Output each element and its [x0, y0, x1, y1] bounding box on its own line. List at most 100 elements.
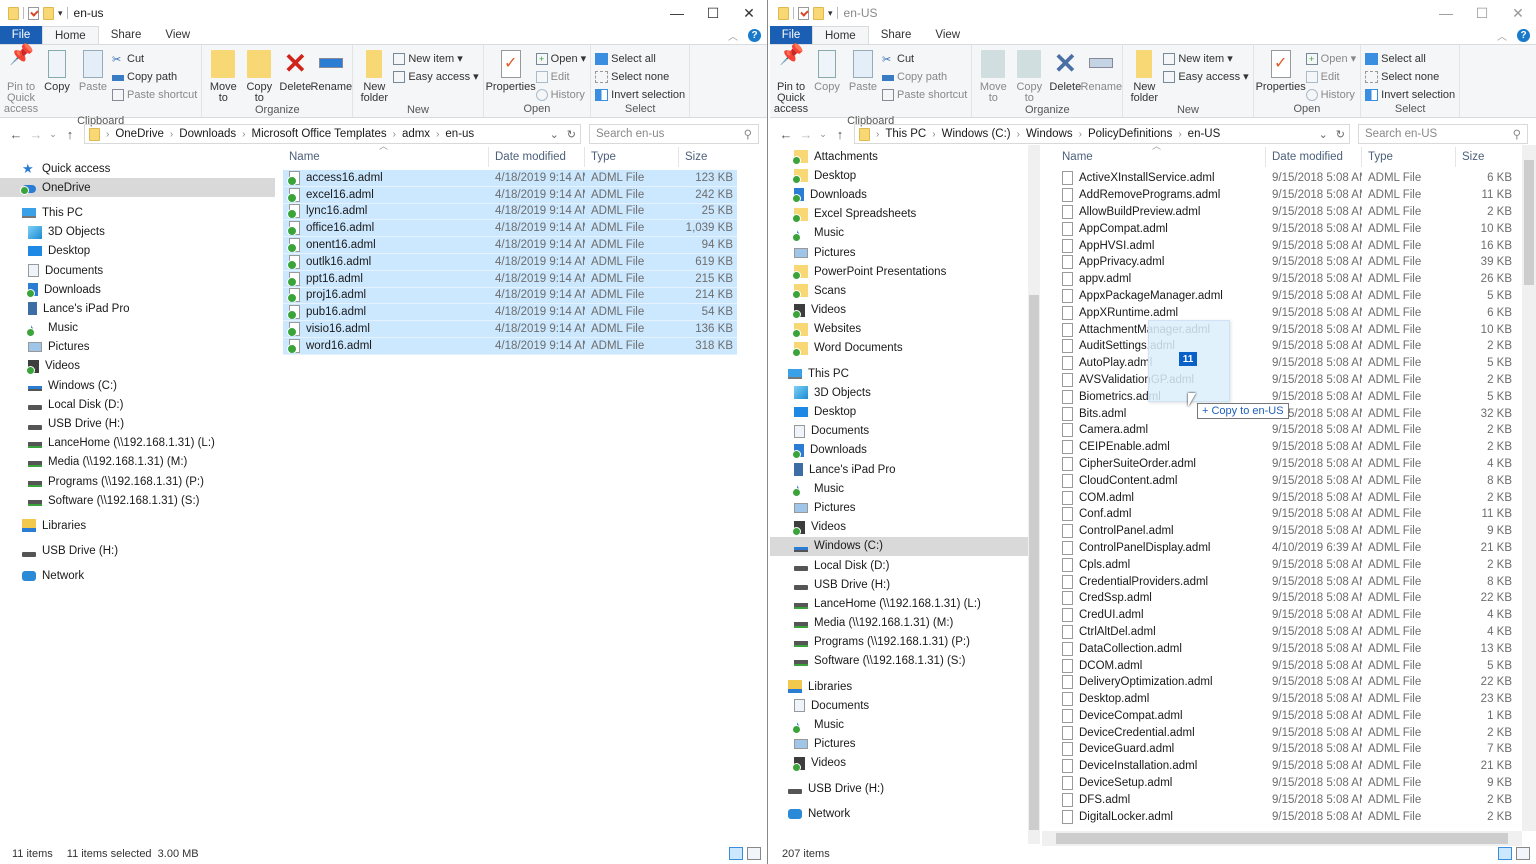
column-header-name[interactable]: Name ︿ [283, 145, 489, 167]
nav-item[interactable]: ♪ Music [770, 715, 1028, 734]
select-all-button[interactable]: Select all [595, 51, 685, 66]
breadcrumb-item[interactable]: en-us [445, 128, 474, 140]
file-row[interactable]: onent16.adml 4/18/2019 9:14 AM ADML File… [283, 237, 737, 254]
maximize-button[interactable]: ☐ [1464, 0, 1500, 26]
nav-item[interactable]: Downloads [0, 280, 275, 299]
file-row[interactable]: DCOM.adml 9/15/2018 5:08 AM ADML File 5 … [1056, 657, 1516, 674]
new-folder-button[interactable]: New folder [1127, 47, 1161, 104]
customize-toolbar-icon[interactable]: ▾ [828, 8, 833, 19]
move-to-button[interactable]: Move to [206, 47, 240, 104]
file-row[interactable]: DeviceCredential.adml 9/15/2018 5:08 AM … [1056, 724, 1516, 741]
nav-item[interactable]: Word Documents [770, 339, 1028, 358]
file-row[interactable]: DataCollection.adml 9/15/2018 5:08 AM AD… [1056, 640, 1516, 657]
breadcrumb-chevron-icon[interactable]: › [170, 129, 173, 140]
file-row[interactable]: DeviceCompat.adml 9/15/2018 5:08 AM ADML… [1056, 708, 1516, 725]
properties-button[interactable]: ✓ Properties [1256, 47, 1306, 93]
nav-item[interactable]: Libraries [0, 516, 275, 535]
nav-item[interactable]: Desktop [770, 402, 1028, 421]
nav-item[interactable]: LanceHome (\\192.168.1.31) (L:) [770, 594, 1028, 613]
breadcrumb-item[interactable]: Microsoft Office Templates [252, 128, 387, 140]
close-button[interactable]: ✕ [731, 0, 767, 26]
nav-item[interactable]: Downloads [770, 185, 1028, 204]
nav-item[interactable]: 3D Objects [0, 223, 275, 242]
file-row[interactable]: AuditSettings.adml 9/15/2018 5:08 AM ADM… [1056, 338, 1516, 355]
breadcrumb-item[interactable]: admx [402, 128, 430, 140]
nav-item[interactable]: This PC [770, 364, 1028, 383]
forward-button[interactable]: → [796, 127, 816, 142]
tab-home[interactable]: Home [42, 26, 99, 44]
breadcrumb-item[interactable]: en-US [1188, 128, 1221, 140]
cut-button[interactable]: ✂ Cut [112, 51, 197, 66]
edit-button[interactable]: Edit [1305, 69, 1357, 84]
breadcrumb-item[interactable]: Downloads [179, 128, 236, 140]
select-all-button[interactable]: Select all [1365, 51, 1455, 66]
rename-button[interactable]: Rename [1081, 47, 1122, 93]
search-box[interactable]: Search en-US ⚲ [1358, 124, 1528, 144]
column-header-size[interactable]: Size [679, 147, 737, 167]
easy-access-button[interactable]: Easy access ▾ [393, 69, 479, 84]
back-button[interactable]: ← [6, 127, 26, 142]
nav-item[interactable]: Windows (C:) [0, 376, 275, 395]
properties-button[interactable]: ✓ Properties [486, 47, 536, 93]
file-row[interactable]: DigitalLocker.adml 9/15/2018 5:08 AM ADM… [1056, 808, 1516, 825]
nav-item[interactable]: Scans [770, 281, 1028, 300]
nav-item[interactable]: Libraries [770, 677, 1028, 696]
nav-item[interactable]: Documents [770, 696, 1028, 715]
paste-shortcut-button[interactable]: Paste shortcut [882, 87, 967, 102]
up-button[interactable]: ↑ [60, 127, 80, 142]
nav-item[interactable]: Media (\\192.168.1.31) (M:) [770, 614, 1028, 633]
breadcrumb-chevron-icon[interactable]: › [1079, 129, 1082, 140]
nav-item[interactable]: USB Drive (H:) [0, 542, 275, 561]
file-row[interactable]: Camera.adml 9/15/2018 5:08 AM ADML File … [1056, 422, 1516, 439]
file-row[interactable]: CredUI.adml 9/15/2018 5:08 AM ADML File … [1056, 607, 1516, 624]
select-none-button[interactable]: Select none [1365, 69, 1455, 84]
breadcrumb-chevron-icon[interactable]: › [242, 129, 245, 140]
file-row[interactable]: Conf.adml 9/15/2018 5:08 AM ADML File 11… [1056, 506, 1516, 523]
copy-button[interactable]: Copy [810, 47, 844, 93]
file-row[interactable]: AppxPackageManager.adml 9/15/2018 5:08 A… [1056, 288, 1516, 305]
close-button[interactable]: ✕ [1500, 0, 1536, 26]
search-input[interactable]: Search en-us [596, 128, 664, 140]
search-input[interactable]: Search en-US [1365, 128, 1437, 140]
file-row[interactable]: CredSsp.adml 9/15/2018 5:08 AM ADML File… [1056, 590, 1516, 607]
rename-button[interactable]: Rename [311, 47, 352, 93]
file-row[interactable]: word16.adml 4/18/2019 9:14 AM ADML File … [283, 337, 737, 355]
customize-toolbar-icon[interactable]: ▾ [58, 8, 63, 19]
file-row[interactable]: appv.adml 9/15/2018 5:08 AM ADML File 26… [1056, 271, 1516, 288]
invert-selection-button[interactable]: Invert selection [595, 87, 685, 102]
nav-item[interactable]: Videos [0, 357, 275, 376]
new-item-button[interactable]: New item ▾ [393, 51, 478, 66]
file-row[interactable]: ppt16.adml 4/18/2019 9:14 AM ADML File 2… [283, 270, 737, 288]
nav-item[interactable]: Videos [770, 518, 1028, 537]
nav-item[interactable]: Network [770, 804, 1028, 823]
file-row[interactable]: ControlPanel.adml 9/15/2018 5:08 AM ADML… [1056, 523, 1516, 540]
file-row[interactable]: AppCompat.adml 9/15/2018 5:08 AM ADML Fi… [1056, 220, 1516, 237]
nav-item[interactable]: Desktop [770, 166, 1028, 185]
nav-item[interactable]: Videos [770, 301, 1028, 320]
refresh-icon[interactable]: ↻ [1336, 128, 1345, 141]
file-row[interactable]: outlk16.adml 4/18/2019 9:14 AM ADML File… [283, 253, 737, 271]
file-row[interactable]: COM.adml 9/15/2018 5:08 AM ADML File 2 K… [1056, 489, 1516, 506]
breadcrumb-chevron-icon[interactable]: › [106, 129, 109, 140]
tab-home[interactable]: Home [812, 26, 869, 44]
breadcrumb-chevron-icon[interactable]: › [1178, 129, 1181, 140]
address-bar[interactable]: › This PC › Windows (C:) › Windows › PolicyDefi… [854, 124, 1350, 144]
search-box[interactable]: Search en-us ⚲ [589, 124, 759, 144]
large-icons-view-button[interactable] [747, 847, 761, 860]
nav-item[interactable]: USB Drive (H:) [770, 779, 1028, 798]
nav-scrollbar-thumb[interactable] [1029, 295, 1039, 830]
nav-item[interactable]: Windows (C:) [770, 536, 1028, 556]
nav-item[interactable]: Local Disk (D:) [0, 395, 275, 414]
breadcrumb-item[interactable]: This PC [885, 128, 926, 140]
forward-button[interactable]: → [26, 127, 46, 142]
column-header-date[interactable]: Date modified [1266, 147, 1362, 167]
column-header-type[interactable]: Type [585, 147, 679, 167]
delete-button[interactable]: ✕ Delete [1048, 47, 1082, 93]
history-button[interactable]: History [1305, 87, 1357, 102]
copy-path-button[interactable]: Copy path [112, 69, 197, 84]
nav-item[interactable]: USB Drive (H:) [770, 575, 1028, 594]
file-row[interactable]: AddRemovePrograms.adml 9/15/2018 5:08 AM… [1056, 187, 1516, 204]
breadcrumb-item[interactable]: PolicyDefinitions [1088, 128, 1172, 140]
column-header-type[interactable]: Type [1362, 147, 1456, 167]
collapse-ribbon-icon[interactable]: ︿ [728, 28, 738, 43]
